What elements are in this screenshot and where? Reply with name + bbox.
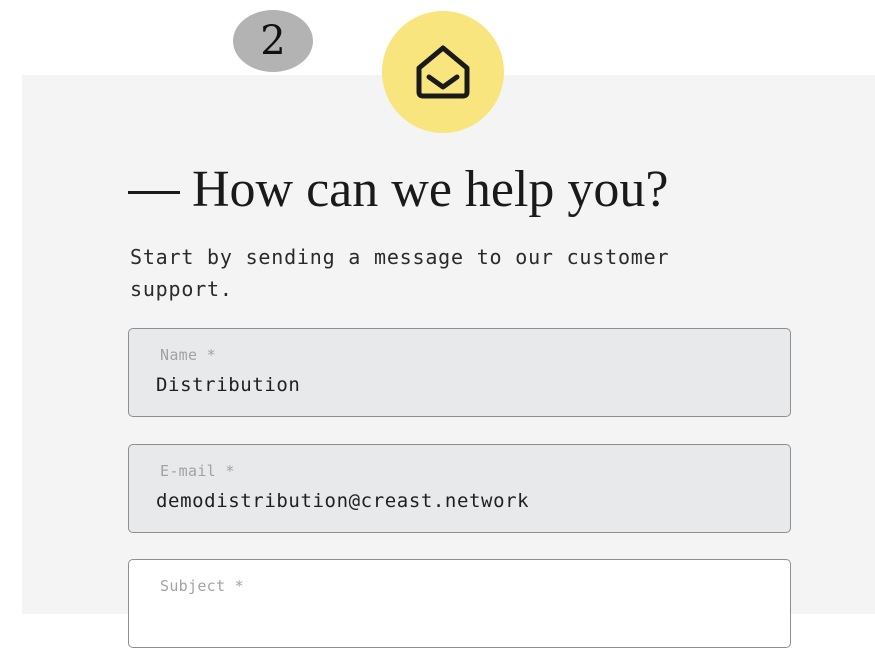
subject-field-label: Subject * (160, 577, 244, 595)
page-title: How can we help you? (192, 161, 669, 218)
name-field-label: Name * (160, 346, 216, 364)
page-heading: How can we help you? (128, 158, 669, 222)
mail-icon-circle (382, 11, 504, 133)
mail-open-icon (416, 45, 470, 99)
heading-dash (128, 190, 180, 194)
name-field[interactable]: Name * Distribution (128, 328, 791, 417)
name-field-value[interactable]: Distribution (156, 374, 300, 396)
email-field[interactable]: E-mail * demodistribution@creast.network (128, 444, 791, 533)
step-number-badge: 2 (233, 10, 313, 72)
subject-field[interactable]: Subject * (128, 559, 791, 648)
email-field-label: E-mail * (160, 462, 235, 480)
page-subtitle: Start by sending a message to our custom… (130, 245, 670, 301)
email-field-value[interactable]: demodistribution@creast.network (156, 490, 529, 512)
